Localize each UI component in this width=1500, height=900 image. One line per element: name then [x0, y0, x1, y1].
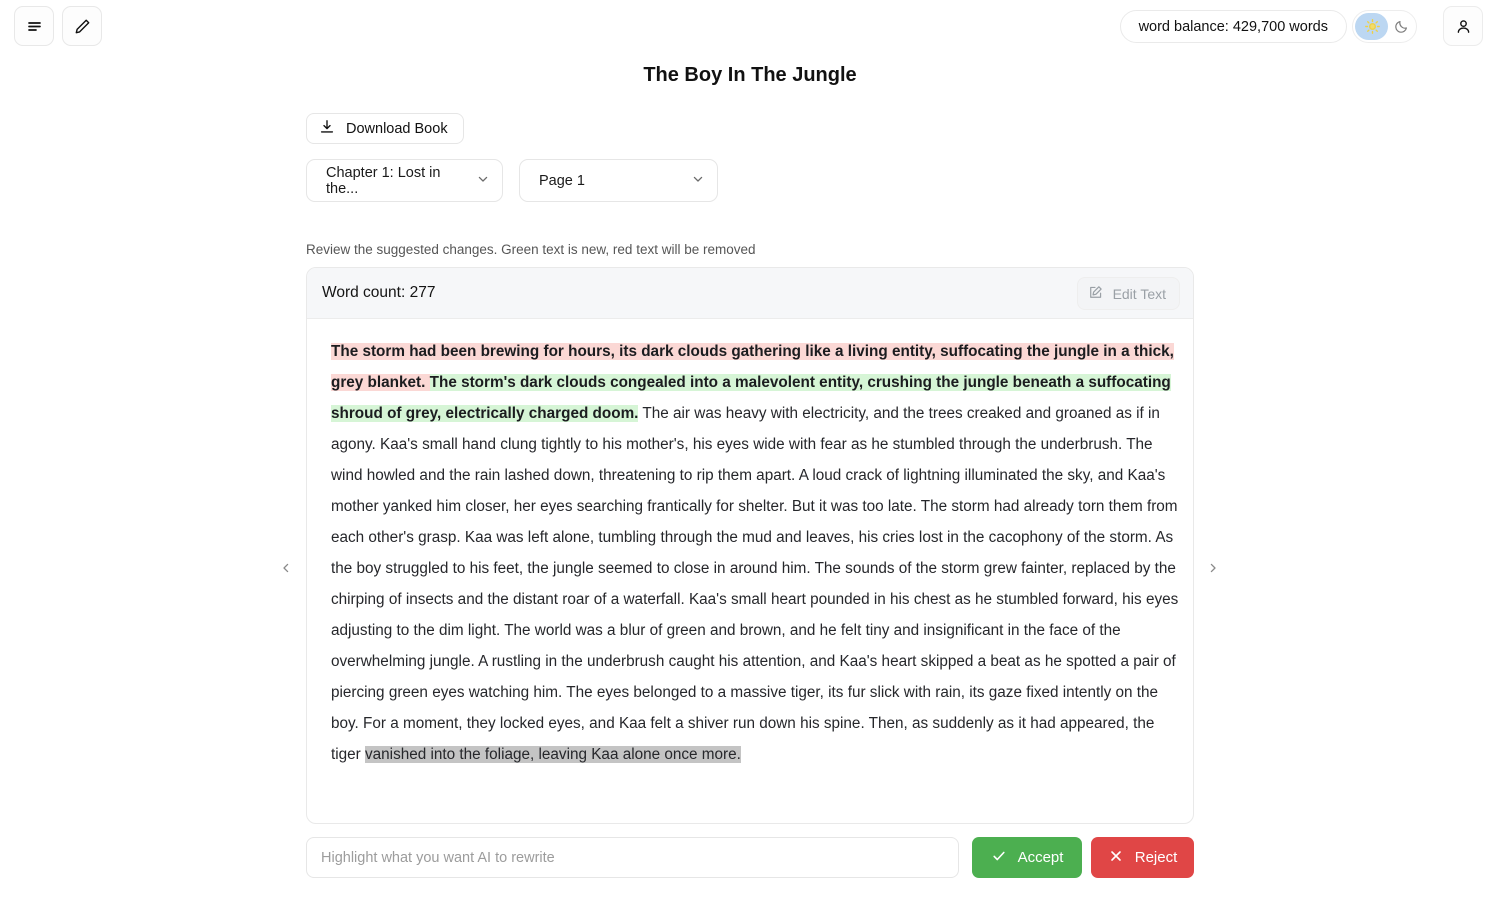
page-title: The Boy In The Jungle: [643, 64, 857, 86]
user-icon: [1455, 18, 1472, 35]
check-icon: [991, 848, 1007, 868]
accept-label: Accept: [1017, 849, 1064, 866]
pencil-square-icon: [1088, 285, 1103, 303]
chevron-left-icon: [279, 561, 293, 580]
body-text: The air was heavy with electricity, and …: [331, 405, 1179, 763]
download-icon: [319, 119, 335, 139]
chevron-down-icon: [691, 172, 705, 190]
x-icon: [1108, 848, 1124, 868]
theme-toggle[interactable]: [1352, 10, 1417, 43]
document-text[interactable]: The storm had been brewing for hours, it…: [307, 319, 1193, 770]
user-account-button[interactable]: [1443, 6, 1483, 46]
download-book-button[interactable]: Download Book: [306, 113, 464, 144]
editor-card: Word count: 277 Edit Text The storm had …: [306, 267, 1194, 824]
edit-text-button[interactable]: Edit Text: [1076, 277, 1180, 310]
menu-icon: [26, 18, 43, 35]
word-balance-label: word balance: 429,700 words: [1138, 18, 1328, 35]
review-hint: Review the suggested changes. Green text…: [306, 242, 756, 257]
accept-button[interactable]: Accept: [972, 837, 1082, 878]
page-select-value: Page 1: [539, 172, 585, 189]
editor-card-header: Word count: 277 Edit Text: [307, 268, 1193, 319]
menu-button[interactable]: [14, 6, 54, 46]
moon-icon: [1394, 19, 1409, 39]
word-count-label: Word count: 277: [322, 284, 436, 301]
chevron-right-icon: [1206, 561, 1220, 580]
chapter-select-value: Chapter 1: Lost in the...: [326, 164, 441, 197]
reject-label: Reject: [1134, 849, 1178, 866]
selected-text: vanished into the foliage, leaving Kaa a…: [365, 746, 741, 763]
edit-button[interactable]: [62, 6, 102, 46]
chevron-down-icon: [476, 172, 490, 190]
reject-button[interactable]: Reject: [1091, 837, 1194, 878]
download-book-label: Download Book: [346, 120, 448, 137]
pencil-icon: [74, 18, 91, 35]
rewrite-input[interactable]: [306, 837, 959, 878]
word-balance-pill: word balance: 429,700 words: [1119, 10, 1347, 43]
chapter-select[interactable]: Chapter 1: Lost in the...: [306, 159, 503, 202]
edit-text-label: Edit Text: [1112, 285, 1166, 302]
top-bar: word balance: 429,700 words: [0, 0, 1500, 52]
page-select[interactable]: Page 1: [519, 159, 718, 202]
next-page-button[interactable]: [1199, 556, 1227, 584]
previous-page-button[interactable]: [272, 556, 300, 584]
sun-icon: [1365, 19, 1380, 39]
